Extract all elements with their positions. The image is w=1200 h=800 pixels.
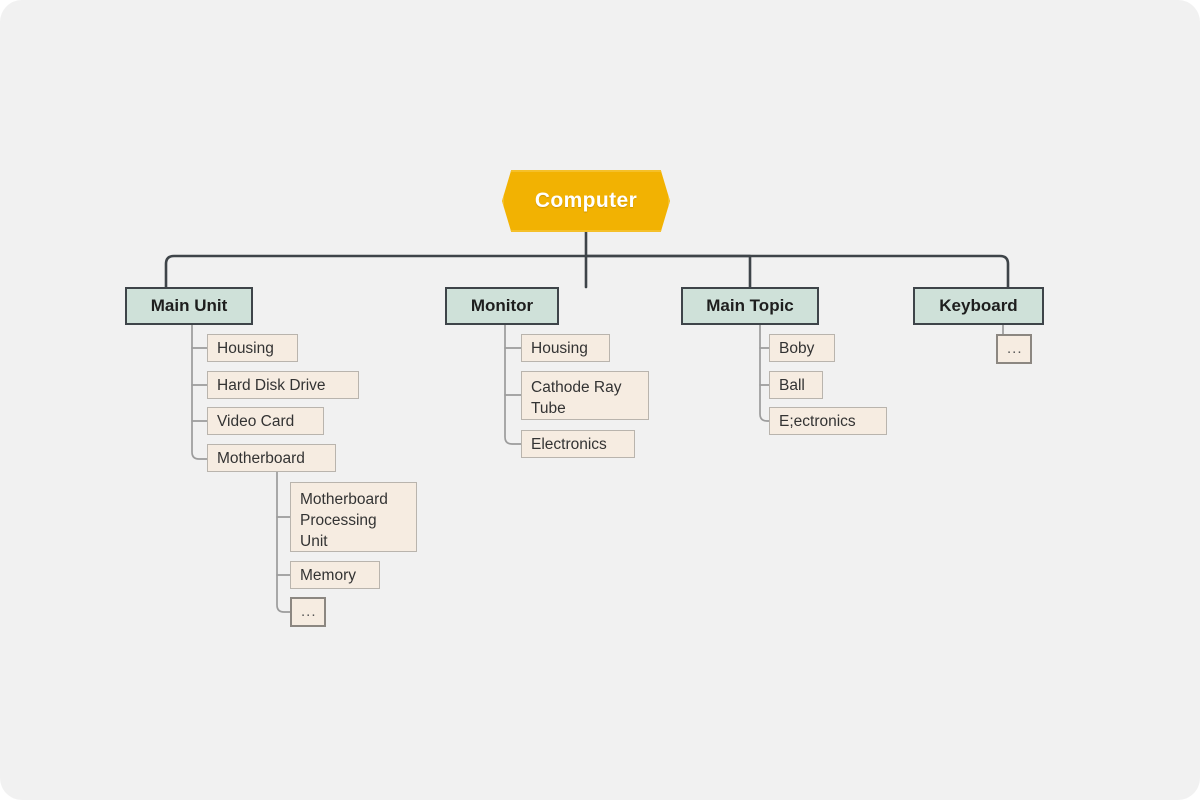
root-node-label: Computer (534, 189, 638, 212)
leaf-node-label-line-3: Unit (300, 533, 328, 550)
connector-monitor-spine (504, 324, 522, 445)
leaf-node-label: Video Card (217, 412, 295, 430)
leaf-node-label: Memory (300, 566, 356, 584)
leaf-node-label-line-2: Tube (531, 400, 566, 417)
leaf-node-main-topic-boby[interactable]: Boby (769, 334, 835, 362)
branch-node-label: Monitor (470, 296, 534, 315)
leaf-node-label: Housing (217, 339, 274, 357)
leaf-node-monitor-electronics[interactable]: Electronics (521, 430, 635, 458)
leaf-node-label: Boby (779, 339, 815, 357)
leaf-node-label: Housing (531, 339, 588, 357)
leaf-node-main-unit-video-card[interactable]: Video Card (207, 407, 324, 435)
leaf-node-label: Electronics (531, 435, 607, 453)
branch-node-monitor[interactable]: Monitor (445, 287, 559, 325)
branch-node-label: Main Unit (150, 296, 228, 315)
connector-motherboard-spine (276, 471, 291, 613)
connector-main-unit-spine (191, 324, 208, 460)
leaf-node-motherboard-memory[interactable]: Memory (290, 561, 380, 589)
leaf-node-main-topic-ball[interactable]: Ball (769, 371, 823, 399)
branch-node-main-unit[interactable]: Main Unit (125, 287, 253, 325)
ellipsis-icon: ... (1007, 340, 1023, 357)
branch-node-label: Main Topic (706, 296, 794, 315)
leaf-node-label: E;ectronics (779, 412, 856, 430)
connector-root-to-main-unit (164, 254, 588, 289)
leaf-node-motherboard-more[interactable]: ... (290, 597, 326, 627)
root-node-computer[interactable]: Computer (502, 170, 670, 232)
leaf-node-label: Ball (779, 376, 805, 394)
branch-node-label: Keyboard (939, 296, 1018, 315)
mindmap-canvas: Computer Main Unit Housing Hard Disk Dri… (0, 0, 1200, 800)
leaf-node-label: Hard Disk Drive (217, 376, 326, 394)
branch-node-keyboard[interactable]: Keyboard (913, 287, 1044, 325)
leaf-node-monitor-cathode-ray-tube[interactable]: Cathode Ray Tube (521, 371, 649, 420)
ellipsis-icon: ... (301, 603, 317, 620)
leaf-node-motherboard-processing-unit[interactable]: Motherboard Processing Unit (290, 482, 417, 552)
leaf-node-main-unit-housing[interactable]: Housing (207, 334, 298, 362)
leaf-node-label-line-1: Cathode Ray (531, 379, 622, 396)
leaf-node-monitor-housing[interactable]: Housing (521, 334, 610, 362)
leaf-node-label-line-2: Processing (300, 512, 377, 529)
leaf-node-main-topic-electronics[interactable]: E;ectronics (769, 407, 887, 435)
leaf-node-label-line-1: Motherboard (300, 491, 388, 508)
branch-node-main-topic[interactable]: Main Topic (681, 287, 819, 325)
connector-root-to-main-topic (584, 254, 752, 289)
leaf-node-keyboard-more[interactable]: ... (996, 334, 1032, 364)
leaf-node-label: Motherboard (217, 449, 305, 467)
connector-root-to-keyboard (584, 254, 1010, 289)
connector-main-topic-spine (759, 324, 770, 422)
leaf-node-main-unit-motherboard[interactable]: Motherboard (207, 444, 336, 472)
leaf-node-main-unit-hard-disk-drive[interactable]: Hard Disk Drive (207, 371, 359, 399)
